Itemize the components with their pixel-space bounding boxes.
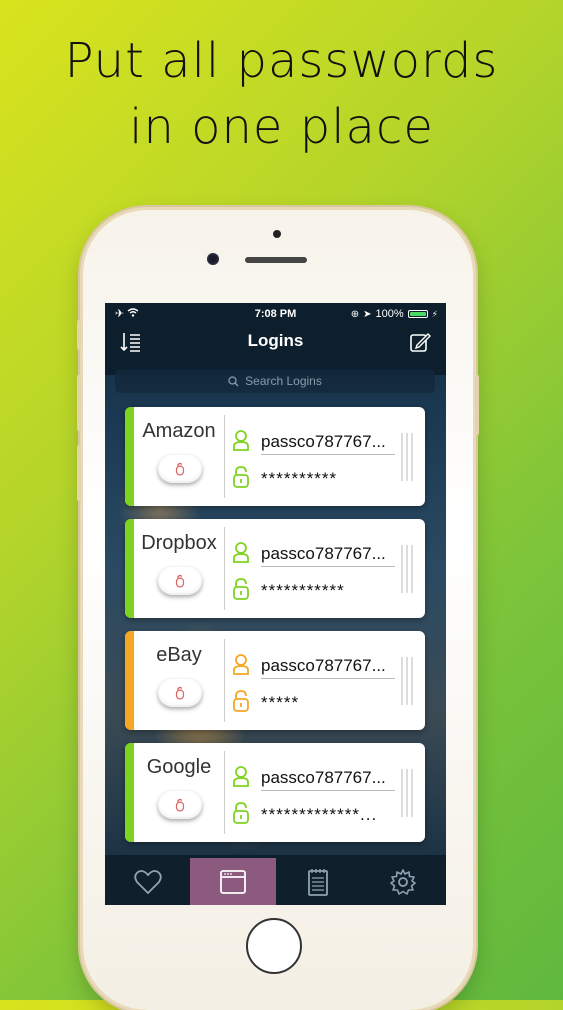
volume-up-button bbox=[77, 375, 81, 431]
edit-icon bbox=[410, 333, 431, 352]
status-right-icons: ⊕ ➤ 100% ⚡ bbox=[351, 308, 438, 320]
search-input[interactable]: Search Logins bbox=[115, 369, 435, 393]
card-color-stripe bbox=[125, 519, 134, 618]
drag-handle[interactable] bbox=[401, 433, 413, 481]
gear-icon bbox=[390, 868, 417, 895]
phone-frame: ✈ 7:08 PM ⊕ ➤ 100% ⚡ Logins Search Login… bbox=[77, 210, 479, 1010]
username-underline bbox=[261, 566, 395, 567]
front-camera bbox=[207, 253, 219, 265]
headline-line-1: Put all passwords bbox=[64, 33, 499, 89]
edit-button[interactable] bbox=[408, 330, 432, 354]
search-icon bbox=[228, 375, 239, 386]
username-underline bbox=[261, 678, 395, 679]
username-text[interactable]: passco787767... bbox=[261, 432, 395, 452]
page-title: Logins bbox=[247, 331, 304, 350]
copy-button[interactable] bbox=[158, 567, 202, 595]
volume-down-button bbox=[77, 445, 81, 501]
battery-percent: 100% bbox=[375, 308, 404, 320]
login-card-dropbox[interactable]: Dropbox passco787767... *********** bbox=[125, 519, 425, 618]
power-button bbox=[475, 375, 479, 435]
window-icon bbox=[219, 869, 246, 894]
login-card-amazon[interactable]: Amazon passco787767... ********** bbox=[125, 407, 425, 506]
login-name: eBay bbox=[156, 644, 202, 666]
search-placeholder: Search Logins bbox=[245, 374, 322, 388]
mute-switch bbox=[77, 320, 81, 350]
lock-icon bbox=[233, 578, 249, 600]
user-icon bbox=[233, 654, 249, 675]
tab-favorites[interactable] bbox=[105, 858, 190, 905]
password-text[interactable]: ***** bbox=[261, 693, 395, 713]
drag-handle[interactable] bbox=[401, 657, 413, 705]
lock-icon bbox=[233, 690, 249, 712]
tab-logins[interactable] bbox=[190, 858, 276, 905]
copy-button[interactable] bbox=[158, 791, 202, 819]
password-text[interactable]: *************... bbox=[261, 805, 395, 825]
password-text[interactable]: *********** bbox=[261, 581, 395, 601]
username-underline bbox=[261, 790, 395, 791]
card-color-stripe bbox=[125, 631, 134, 730]
card-divider bbox=[224, 639, 225, 722]
password-text[interactable]: ********** bbox=[261, 469, 395, 489]
headline: Put all passwords in one place bbox=[0, 28, 563, 160]
copy-button[interactable] bbox=[158, 679, 202, 707]
username-text[interactable]: passco787767... bbox=[261, 656, 395, 676]
app-screen: ✈ 7:08 PM ⊕ ➤ 100% ⚡ Logins Search Login… bbox=[105, 303, 446, 905]
lock-icon bbox=[233, 802, 249, 824]
tab-settings[interactable] bbox=[361, 858, 446, 905]
user-icon bbox=[233, 766, 249, 787]
login-name: Dropbox bbox=[141, 532, 217, 554]
card-color-stripe bbox=[125, 407, 134, 506]
username-text[interactable]: passco787767... bbox=[261, 544, 395, 564]
login-name: Google bbox=[146, 756, 212, 778]
home-button[interactable] bbox=[246, 918, 302, 974]
copy-button[interactable] bbox=[158, 455, 202, 483]
copy-icon bbox=[175, 798, 185, 812]
copy-icon bbox=[175, 462, 185, 476]
headline-line-2: in one place bbox=[129, 99, 434, 155]
card-divider bbox=[224, 415, 225, 498]
navigation-bar: Logins bbox=[105, 325, 446, 359]
drag-handle[interactable] bbox=[401, 769, 413, 817]
drag-handle[interactable] bbox=[401, 545, 413, 593]
login-name: Amazon bbox=[142, 420, 216, 442]
lock-icon bbox=[233, 466, 249, 488]
orientation-lock-icon: ⊕ bbox=[350, 308, 360, 320]
charging-icon: ⚡ bbox=[431, 308, 438, 319]
username-text[interactable]: passco787767... bbox=[261, 768, 395, 788]
status-bar: ✈ 7:08 PM ⊕ ➤ 100% ⚡ bbox=[105, 303, 446, 325]
tab-bar bbox=[105, 858, 446, 905]
login-card-ebay[interactable]: eBay passco787767... ***** bbox=[125, 631, 425, 730]
login-card-google[interactable]: Google passco787767... *************... bbox=[125, 743, 425, 842]
tab-notes[interactable] bbox=[276, 858, 361, 905]
user-icon bbox=[233, 430, 249, 451]
battery-icon bbox=[407, 310, 428, 318]
proximity-sensor bbox=[273, 230, 281, 238]
card-divider bbox=[224, 527, 225, 610]
user-icon bbox=[233, 542, 249, 563]
copy-icon bbox=[175, 686, 185, 700]
card-divider bbox=[224, 751, 225, 834]
earpiece-speaker bbox=[245, 257, 307, 263]
card-color-stripe bbox=[125, 743, 134, 842]
location-icon: ➤ bbox=[363, 308, 372, 320]
notepad-icon bbox=[308, 868, 329, 896]
copy-icon bbox=[175, 574, 185, 588]
heart-icon bbox=[133, 869, 162, 894]
username-underline bbox=[261, 454, 395, 455]
